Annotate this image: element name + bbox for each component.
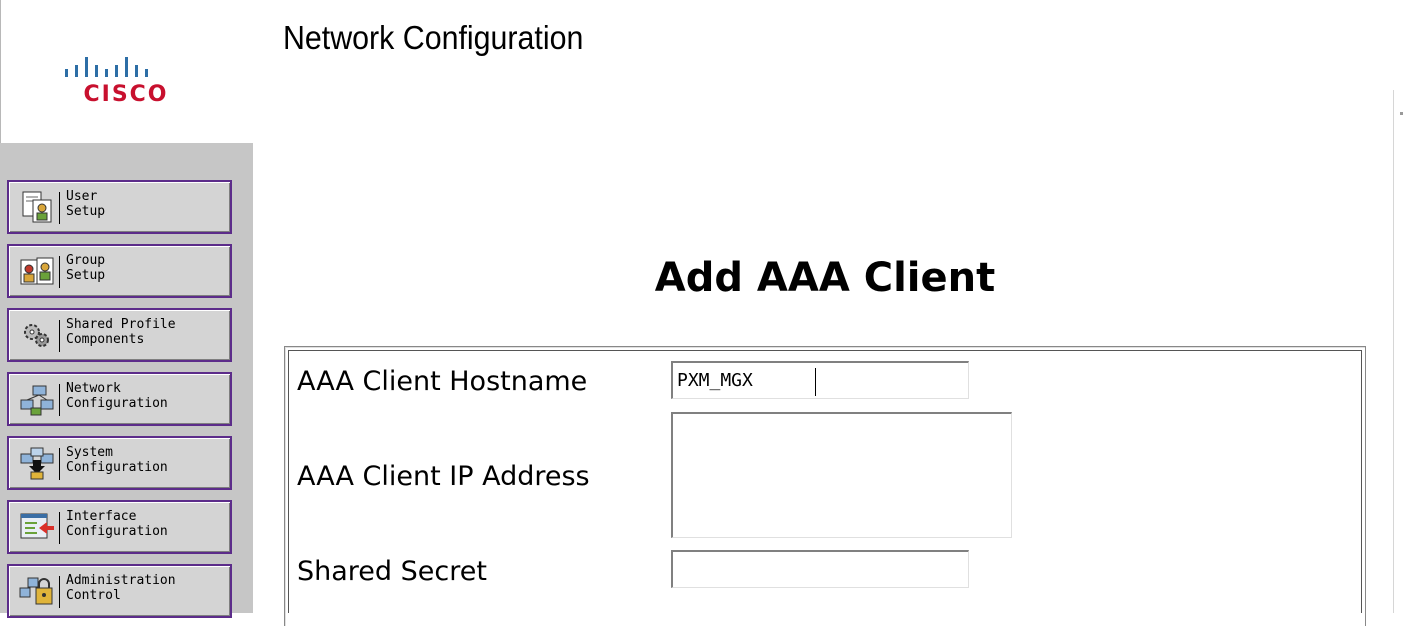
cisco-logo-icon bbox=[65, 57, 148, 77]
nav-separator bbox=[59, 256, 60, 288]
administration-control-icon bbox=[19, 577, 53, 605]
shared-profile-components-icon bbox=[24, 324, 49, 347]
form-heading: Add AAA Client bbox=[654, 255, 996, 301]
nav-button-system-configuration[interactable]: System Configuration bbox=[7, 436, 232, 490]
nav-separator bbox=[59, 512, 60, 544]
nav-separator bbox=[59, 384, 60, 416]
nav-label-user-setup: User Setup bbox=[66, 189, 106, 219]
nav-separator bbox=[59, 320, 60, 352]
cisco-logo-text: CISCO bbox=[83, 82, 169, 107]
network-configuration-icon bbox=[20, 385, 54, 416]
nav-label-interface-configuration: Interface Configuration bbox=[66, 509, 168, 539]
nav-button-interface-configuration[interactable]: Interface Configuration bbox=[7, 500, 232, 554]
shared-secret-input[interactable] bbox=[671, 550, 969, 588]
frame-divider bbox=[1393, 90, 1394, 613]
nav-separator bbox=[59, 448, 60, 480]
nav-button-shared-profile-components[interactable]: Shared Profile Components bbox=[7, 308, 232, 362]
nav-label-administration-control: Administration Control bbox=[66, 573, 176, 603]
user-setup-icon bbox=[22, 191, 52, 223]
hostname-input[interactable] bbox=[671, 361, 969, 399]
shared-secret-label: Shared Secret bbox=[297, 556, 487, 587]
frame-marker bbox=[1400, 112, 1403, 115]
interface-configuration-icon bbox=[20, 513, 54, 539]
nav-button-administration-control[interactable]: Administration Control bbox=[7, 564, 232, 618]
nav-button-network-configuration[interactable]: Network Configuration bbox=[7, 372, 232, 426]
system-configuration-icon bbox=[20, 447, 54, 480]
sidebar-nav: User Setup Group Setup Shared Profile Co… bbox=[0, 143, 253, 618]
page-title: Network Configuration bbox=[283, 19, 584, 56]
ip-address-label: AAA Client IP Address bbox=[297, 461, 590, 492]
left-column: CISCO User Setup Group Setup Shared Prof… bbox=[0, 0, 253, 618]
nav-label-shared-profile-components: Shared Profile Components bbox=[66, 317, 176, 347]
text-cursor bbox=[815, 368, 816, 396]
nav-button-group-setup[interactable]: Group Setup bbox=[7, 244, 232, 298]
nav-separator bbox=[59, 576, 60, 608]
nav-separator bbox=[59, 192, 60, 224]
hostname-label: AAA Client Hostname bbox=[297, 366, 588, 397]
nav-label-system-configuration: System Configuration bbox=[66, 445, 168, 475]
ip-address-textarea[interactable] bbox=[671, 412, 1012, 538]
logo-area: CISCO bbox=[0, 0, 253, 143]
nav-label-group-setup: Group Setup bbox=[66, 253, 106, 283]
group-setup-icon bbox=[20, 257, 54, 285]
nav-label-network-configuration: Network Configuration bbox=[66, 381, 168, 411]
nav-button-user-setup[interactable]: User Setup bbox=[7, 180, 232, 234]
